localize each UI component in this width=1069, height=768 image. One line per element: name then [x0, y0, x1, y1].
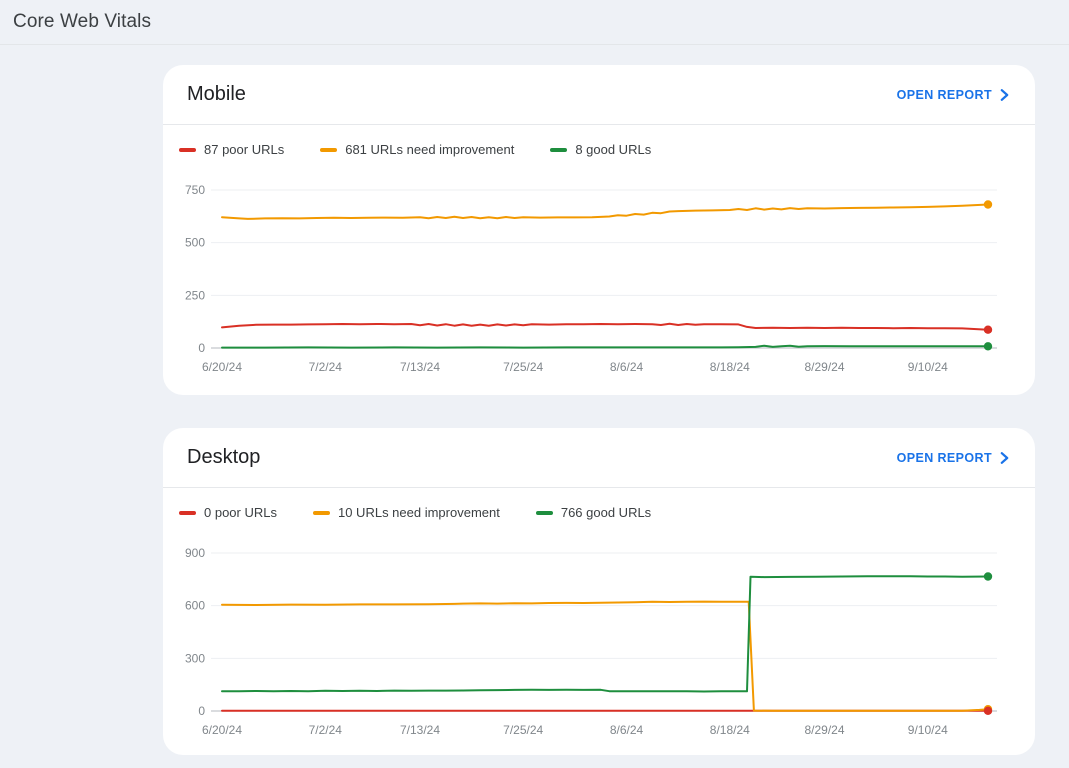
svg-text:600: 600 — [185, 599, 205, 613]
mobile-open-report-link[interactable]: OPEN REPORT — [897, 88, 1009, 102]
legend-item-poor: 0 poor URLs — [179, 505, 277, 520]
svg-text:0: 0 — [198, 341, 205, 355]
svg-text:6/20/24: 6/20/24 — [202, 723, 242, 737]
legend-label-good: 8 good URLs — [575, 142, 651, 157]
svg-text:9/10/24: 9/10/24 — [908, 723, 948, 737]
chevron-right-icon — [1000, 452, 1009, 464]
legend-item-good: 766 good URLs — [536, 505, 651, 520]
svg-text:9/10/24: 9/10/24 — [908, 360, 948, 374]
page-header: Core Web Vitals — [0, 0, 1069, 45]
svg-text:8/18/24: 8/18/24 — [710, 360, 750, 374]
mobile-legend: 87 poor URLs 681 URLs need improvement 8… — [163, 125, 1035, 157]
page-title: Core Web Vitals — [0, 11, 151, 33]
svg-text:7/25/24: 7/25/24 — [503, 360, 543, 374]
legend-item-poor: 87 poor URLs — [179, 142, 284, 157]
legend-label-poor: 0 poor URLs — [204, 505, 277, 520]
svg-text:8/29/24: 8/29/24 — [804, 360, 844, 374]
svg-text:6/20/24: 6/20/24 — [202, 360, 242, 374]
legend-label-needs-improvement: 10 URLs need improvement — [338, 505, 500, 520]
svg-text:900: 900 — [185, 546, 205, 560]
svg-text:8/6/24: 8/6/24 — [610, 360, 644, 374]
desktop-legend: 0 poor URLs 10 URLs need improvement 766… — [163, 488, 1035, 520]
svg-text:8/18/24: 8/18/24 — [710, 723, 750, 737]
legend-label-poor: 87 poor URLs — [204, 142, 284, 157]
svg-text:7/13/24: 7/13/24 — [400, 360, 440, 374]
desktop-open-report-label: OPEN REPORT — [897, 451, 992, 465]
desktop-card-title: Desktop — [187, 446, 897, 469]
legend-item-needs-improvement: 10 URLs need improvement — [313, 505, 500, 520]
legend-label-needs-improvement: 681 URLs need improvement — [345, 142, 514, 157]
needs-improvement-series-dash-icon — [320, 148, 337, 152]
mobile-card-header: Mobile OPEN REPORT — [163, 65, 1035, 125]
legend-label-good: 766 good URLs — [561, 505, 651, 520]
svg-text:8/29/24: 8/29/24 — [804, 723, 844, 737]
needs-improvement-series-dash-icon — [313, 511, 330, 515]
core-web-vitals-page: { "page": { "title": "Core Web Vitals" }… — [0, 0, 1069, 768]
svg-text:250: 250 — [185, 288, 205, 302]
svg-text:500: 500 — [185, 236, 205, 250]
mobile-open-report-label: OPEN REPORT — [897, 88, 992, 102]
mobile-card: Mobile OPEN REPORT 87 poor URLs 681 URLs… — [163, 65, 1035, 395]
svg-text:7/25/24: 7/25/24 — [503, 723, 543, 737]
desktop-cwv-line-chart[interactable]: 0 300 600 900 6/20/24 7/2/24 7/13/24 7/25/24 8/6… — [163, 535, 1035, 750]
mobile-card-title: Mobile — [187, 83, 897, 106]
chevron-right-icon — [1000, 89, 1009, 101]
desktop-card-header: Desktop OPEN REPORT — [163, 428, 1035, 488]
svg-text:7/13/24: 7/13/24 — [400, 723, 440, 737]
svg-text:8/6/24: 8/6/24 — [610, 723, 644, 737]
mobile-cwv-line-chart[interactable]: 0 250 500 750 6/20/24 7/2/24 7/13/24 7/25/24 8/6… — [163, 172, 1035, 387]
desktop-open-report-link[interactable]: OPEN REPORT — [897, 451, 1009, 465]
legend-item-good: 8 good URLs — [550, 142, 651, 157]
svg-text:0: 0 — [198, 704, 205, 718]
poor-series-dash-icon — [179, 148, 196, 152]
good-series-dash-icon — [536, 511, 553, 515]
legend-item-needs-improvement: 681 URLs need improvement — [320, 142, 514, 157]
desktop-card: Desktop OPEN REPORT 0 poor URLs 10 URLs … — [163, 428, 1035, 755]
svg-text:7/2/24: 7/2/24 — [309, 360, 343, 374]
svg-text:300: 300 — [185, 651, 205, 665]
svg-text:750: 750 — [185, 183, 205, 197]
svg-text:7/2/24: 7/2/24 — [309, 723, 343, 737]
poor-series-dash-icon — [179, 511, 196, 515]
good-series-dash-icon — [550, 148, 567, 152]
